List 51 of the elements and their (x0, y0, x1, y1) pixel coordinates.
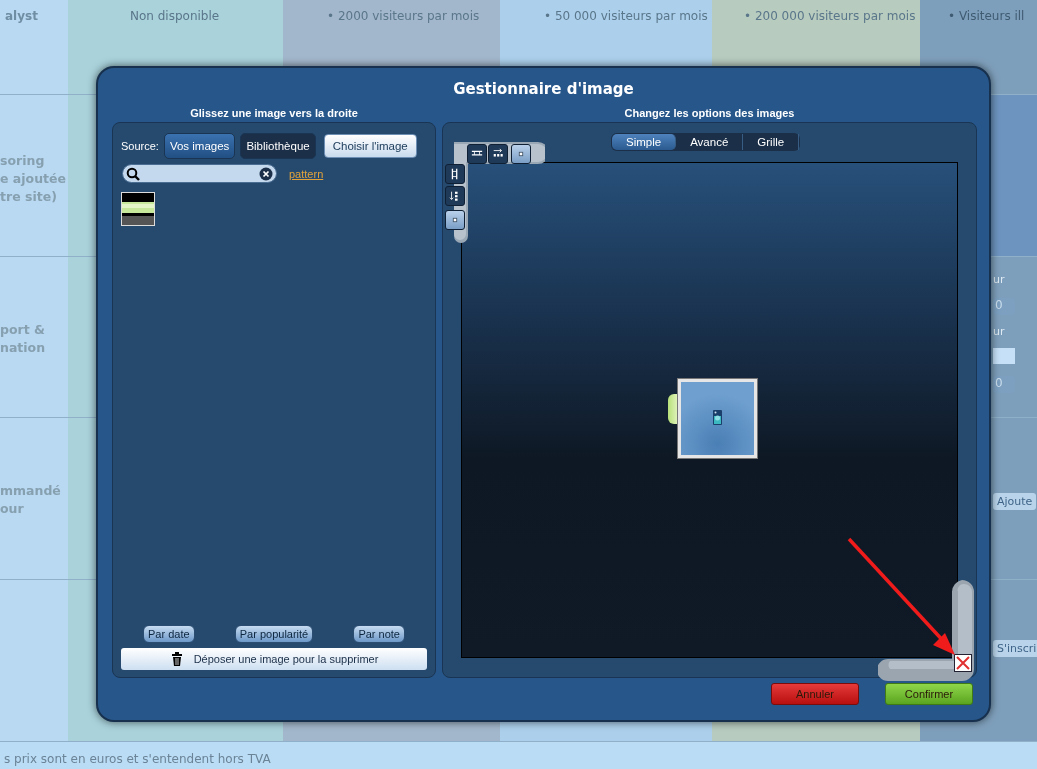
row-label-text: nation (0, 339, 47, 357)
row-label-text: our (0, 500, 25, 518)
center-dot-button[interactable] (445, 210, 465, 230)
clear-icon[interactable] (259, 166, 273, 181)
table-text: • 2000 visiteurs par mois (327, 9, 481, 23)
sort-button[interactable]: Par date (143, 625, 195, 643)
delete-drop-zone[interactable]: Déposer une image pour la supprimer (121, 648, 427, 670)
filter-link[interactable]: pattern (289, 167, 324, 180)
arrow-dots-vertical-button[interactable] (445, 186, 465, 206)
panel-heading: Glissez une image vers la droite (190, 106, 358, 121)
field-label: ur (993, 273, 1005, 286)
arrow-dots-icon (449, 190, 461, 202)
table-text: • Visiteurs ill (948, 9, 1026, 23)
delete-icon[interactable] (954, 654, 972, 672)
choose-image-button[interactable]: Choisir l'image (323, 134, 417, 158)
row-label-text: e ajoutée (0, 170, 67, 188)
search-icon (126, 166, 140, 181)
mode-tab[interactable]: Simple (612, 134, 677, 150)
source-label: Source: (121, 140, 159, 152)
dialog-title: Gestionnaire d'image (453, 79, 634, 100)
table-text: • 50 000 visiteurs par mois (544, 9, 709, 23)
row-label-text: port & (0, 321, 46, 339)
panel-heading: Changez les options des images (624, 106, 795, 121)
row-label-text: mmandé (0, 482, 62, 500)
sort-button[interactable]: Par note (353, 625, 405, 643)
field-label: ur (993, 325, 1005, 338)
arrow-dots-button[interactable] (488, 144, 508, 164)
mode-tab[interactable]: Avancé (676, 134, 744, 150)
row-label-text: tre site) (0, 188, 58, 206)
image-thumbnail[interactable] (121, 192, 155, 226)
center-dot-button[interactable] (511, 144, 531, 164)
source-tab[interactable]: Vos images (163, 133, 236, 159)
mode-tab[interactable]: Grille (743, 134, 800, 150)
trash-icon (169, 651, 184, 667)
sort-button[interactable]: Par popularité (234, 625, 314, 643)
search-field[interactable] (122, 164, 277, 183)
add-button[interactable]: Ajoute (993, 493, 1037, 510)
table-text: alyst (5, 9, 39, 23)
signup-button[interactable]: S'inscri (993, 640, 1037, 657)
vertical-fit-button[interactable] (445, 164, 465, 184)
arrow-dots-icon (492, 148, 504, 160)
delete-drop-text: Déposer une image pour la supprimer (193, 653, 379, 665)
horizontal-fit-button[interactable] (467, 144, 487, 164)
table-text: Non disponible (130, 9, 221, 23)
source-tab[interactable]: Bibliothèque (240, 133, 316, 159)
row-label-text: soring (0, 152, 46, 170)
phone-icon (713, 410, 722, 425)
input-field[interactable] (993, 348, 1015, 364)
table-text: • 200 000 visiteurs par mois (744, 9, 917, 23)
confirm-button[interactable]: Confirmer (885, 683, 973, 705)
footer-note: s prix sont en euros et s'entendent hors TVA (0, 742, 1037, 769)
